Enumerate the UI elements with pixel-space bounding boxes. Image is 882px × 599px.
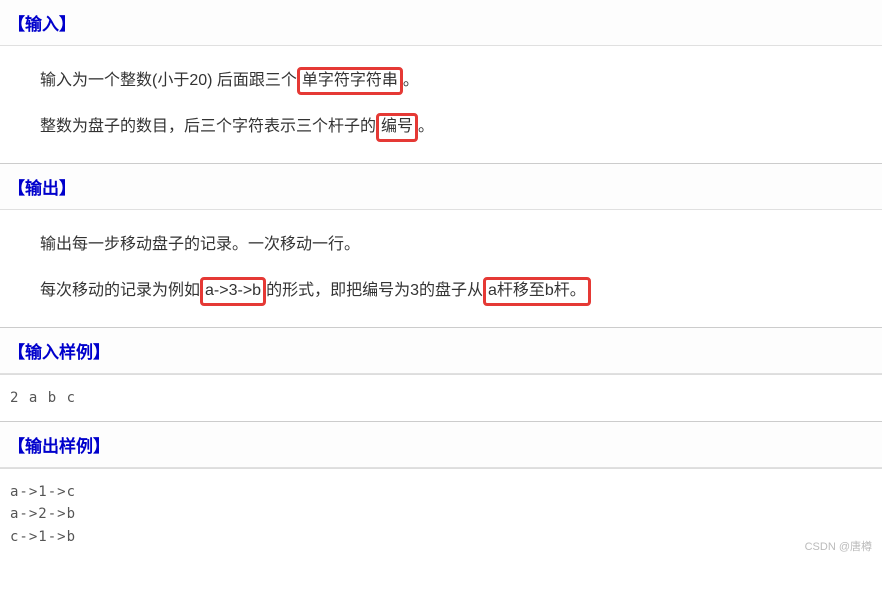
highlight-box: a->3->b [200,277,266,305]
section-content-input: 输入为一个整数(小于20) 后面跟三个单字符字符串。 整数为盘子的数目，后三个字… [0,46,882,163]
section-content-output: 输出每一步移动盘子的记录。一次移动一行。 每次移动的记录为例如 a->3->b … [0,210,882,327]
section-header-output: 【输出】 [0,163,882,210]
output-sample-code: a->1->c a->2->b c->1->b [0,468,882,560]
watermark: CSDN @唐樽 [805,538,872,554]
input-paragraph-1: 输入为一个整数(小于20) 后面跟三个单字符字符串。 [40,66,842,96]
input-sample-code: 2 a b c [0,374,882,421]
output-paragraph-2: 每次移动的记录为例如 a->3->b 的形式，即把编号为3的盘子从a杆移至b杆。 [40,276,842,306]
text: 每次移动的记录为例如 [40,282,200,299]
text: 输入为一个整数(小于20) 后面跟三个 [40,72,297,89]
text: 。 [418,118,434,135]
output-paragraph-1: 输出每一步移动盘子的记录。一次移动一行。 [40,230,842,260]
highlight-box: 编号 [376,113,418,141]
input-paragraph-2: 整数为盘子的数目，后三个字符表示三个杆子的编号。 [40,112,842,142]
text: 的形式，即把编号为3的盘子从 [266,282,483,299]
section-header-input: 【输入】 [0,0,882,46]
section-header-output-sample: 【输出样例】 [0,421,882,468]
highlight-box: a杆移至b杆。 [483,277,591,305]
highlight-box: 单字符字符串 [297,67,403,95]
text: 。 [403,72,419,89]
text: 整数为盘子的数目，后三个字符表示三个杆子的 [40,118,376,135]
section-header-input-sample: 【输入样例】 [0,327,882,374]
